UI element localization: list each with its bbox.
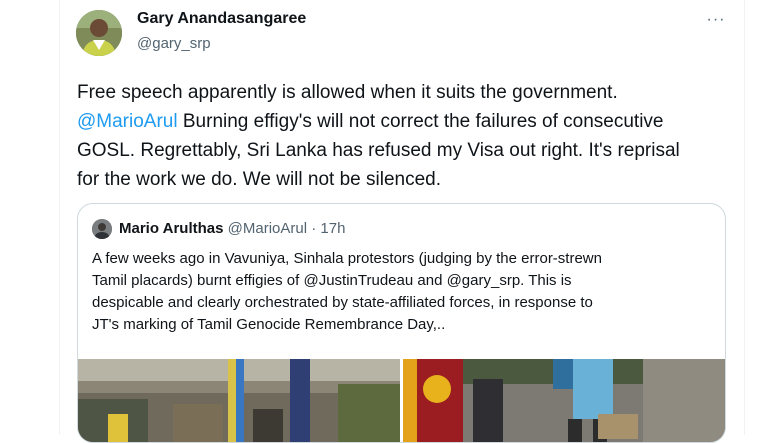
author-name[interactable]: Gary Anandasangaree [137, 10, 306, 28]
tweet-text-segment: Burning effigy's will not correct the fa… [177, 111, 664, 132]
tweet-text-line: @MarioArul Burning effigy's will not cor… [77, 107, 727, 136]
quoted-author-avatar-image [92, 219, 112, 239]
tweet-text-line: Free speech apparently is allowed when i… [77, 82, 618, 103]
quoted-timestamp[interactable]: 17h [320, 220, 345, 237]
protest-photo-right [403, 359, 725, 442]
more-options-icon[interactable]: ··· [704, 10, 728, 30]
tweet-text: Free speech apparently is allowed when i… [77, 78, 727, 194]
quoted-separator: · [307, 220, 321, 237]
mention-link[interactable]: @MarioArul [77, 111, 178, 132]
quoted-author-handle[interactable]: @MarioArul [228, 220, 307, 237]
author-avatar-image [76, 10, 122, 56]
quoted-author-name[interactable]: Mario Arulthas [119, 220, 223, 237]
protest-photo-left [78, 359, 400, 442]
quoted-header: Mario Arulthas @MarioArul · 17h [119, 220, 345, 237]
quoted-media[interactable] [78, 359, 725, 442]
author-avatar[interactable] [76, 10, 122, 56]
quoted-text-line: Tamil placards) burnt effigies of @Justi… [92, 272, 572, 289]
author-handle[interactable]: @gary_srp [137, 35, 211, 52]
quoted-text: A few weeks ago in Vavuniya, Sinhala pro… [92, 248, 717, 336]
tweet-text-line: for the work we do. We will not be silen… [77, 169, 441, 190]
media-image-left[interactable] [78, 359, 400, 442]
quoted-text-line: despicable and clearly orchestrated by s… [92, 294, 593, 311]
tweet-text-line: GOSL. Regrettably, Sri Lanka has refused… [77, 140, 680, 161]
quoted-author-avatar[interactable] [92, 219, 112, 239]
quoted-tweet[interactable]: Mario Arulthas @MarioArul · 17h A few we… [77, 203, 726, 443]
media-image-right[interactable] [403, 359, 725, 442]
quoted-text-line: A few weeks ago in Vavuniya, Sinhala pro… [92, 250, 602, 267]
quoted-text-line: JT's marking of Tamil Genocide Remembran… [92, 316, 446, 333]
